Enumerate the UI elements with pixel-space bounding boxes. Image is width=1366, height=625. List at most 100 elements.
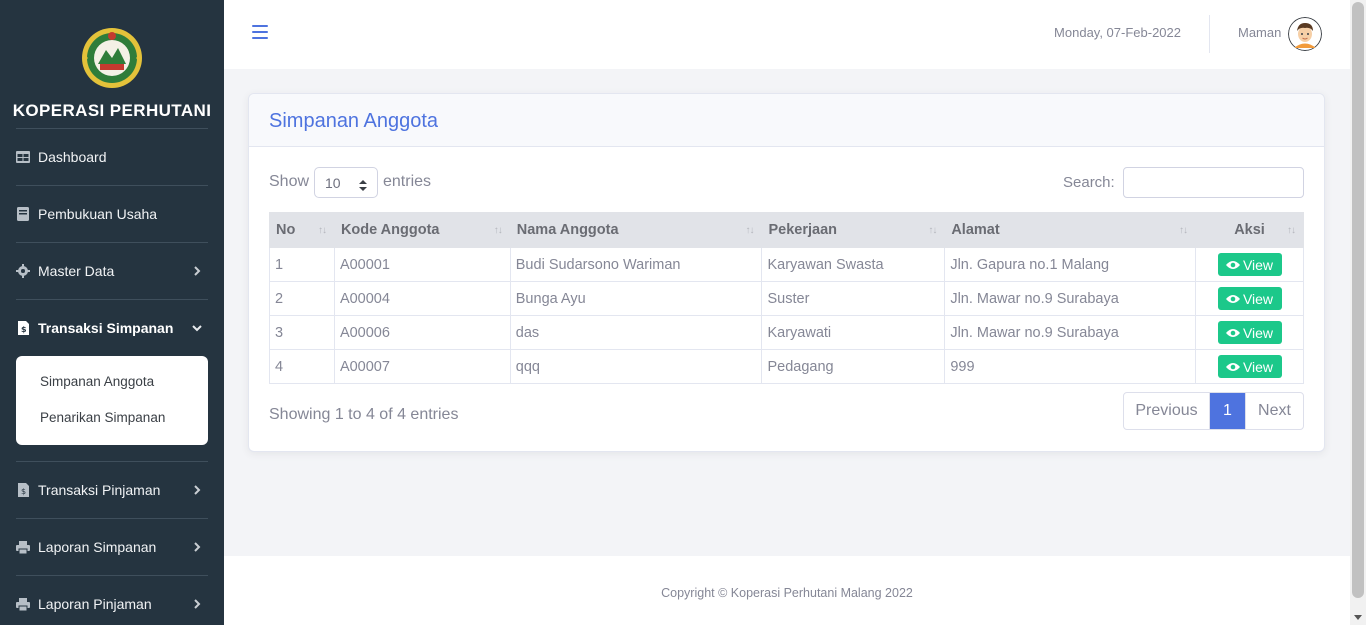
eye-icon: [1225, 328, 1240, 337]
table-row: 2 A00004 Bunga Ayu Suster Jln. Mawar no.…: [269, 281, 1304, 316]
cell-no: 1: [269, 247, 335, 282]
sidebar-item-laporan-simpanan[interactable]: Laporan Simpanan: [16, 532, 208, 562]
view-button[interactable]: View: [1217, 287, 1282, 310]
sidebar-item-master-data[interactable]: Master Data: [16, 256, 208, 286]
printer-icon: [16, 540, 30, 554]
current-date: Monday, 07-Feb-2022: [1054, 25, 1181, 40]
scroll-down-icon[interactable]: [1354, 615, 1362, 620]
previous-page-button[interactable]: Previous: [1124, 393, 1210, 429]
svg-text:$: $: [21, 325, 27, 334]
table-row: 1 A00001 Budi Sudarsono Wariman Karyawan…: [269, 247, 1304, 282]
sidebar-divider: [16, 242, 208, 243]
view-button[interactable]: View: [1217, 253, 1282, 276]
eye-icon: [1225, 294, 1240, 303]
view-button[interactable]: View: [1217, 321, 1282, 344]
cell-kode: A00004: [333, 281, 511, 316]
sidebar-item-dashboard[interactable]: Dashboard: [16, 142, 208, 172]
book-icon: [16, 207, 30, 221]
cell-aksi: View: [1195, 247, 1304, 282]
gear-icon: [16, 264, 30, 278]
page-title: Simpanan Anggota: [269, 110, 439, 132]
show-label: Show: [269, 173, 310, 190]
cell-aksi: View: [1195, 315, 1304, 350]
cell-pekerjaan: Pedagang: [761, 349, 946, 384]
sidebar-item-label: Laporan Simpanan: [38, 539, 157, 555]
footer: Copyright © Koperasi Perhutani Malang 20…: [224, 556, 1350, 625]
avatar[interactable]: [1288, 17, 1322, 51]
column-header-aksi[interactable]: Aksi ↑↓: [1195, 212, 1304, 248]
view-button[interactable]: View: [1217, 355, 1282, 378]
table-icon: [16, 150, 30, 164]
cell-nama: qqq: [509, 349, 763, 384]
user-name[interactable]: Maman: [1238, 25, 1281, 40]
column-header-alamat[interactable]: Alamat ↑↓: [944, 212, 1197, 248]
sort-icon: ↑↓: [1287, 225, 1296, 236]
sidebar-item-transaksi-pinjaman[interactable]: $ Transaksi Pinjaman: [16, 475, 208, 505]
page-scrollbar[interactable]: [1350, 0, 1366, 625]
column-header-label: Aksi: [1234, 222, 1265, 238]
invoice-icon: $: [16, 483, 30, 497]
pagination: Previous 1 Next: [1123, 392, 1304, 430]
column-header-label: No: [276, 222, 296, 238]
simpanan-card: Simpanan Anggota Show 10 entries Search:…: [248, 93, 1325, 452]
cell-nama: das: [509, 315, 763, 350]
table-row: 4 A00007 qqq Pedagang 999 View: [269, 349, 1304, 384]
submenu-transaksi-simpanan: Simpanan Anggota Penarikan Simpanan: [16, 356, 208, 445]
card-header: Simpanan Anggota: [249, 94, 1324, 147]
sort-icon: ↑↓: [928, 225, 937, 236]
printer-icon: [16, 597, 30, 611]
hamburger-menu-icon[interactable]: [252, 25, 268, 39]
entries-label: entries: [383, 173, 432, 190]
eye-icon: [1225, 362, 1240, 371]
entries-select-value: 10: [325, 175, 341, 191]
topbar: Monday, 07-Feb-2022 Maman: [224, 0, 1350, 69]
column-header-nama[interactable]: Nama Anggota ↑↓: [509, 212, 763, 248]
cell-alamat: 999: [944, 349, 1197, 384]
sort-icon: ↑↓: [1179, 225, 1188, 236]
entries-select[interactable]: 10: [314, 167, 378, 198]
chevron-right-icon: [190, 540, 204, 554]
select-updown-icon: [359, 178, 367, 191]
column-header-label: Nama Anggota: [516, 222, 619, 238]
sort-icon: ↑↓: [493, 225, 503, 236]
sidebar-item-laporan-pinjaman[interactable]: Laporan Pinjaman: [16, 589, 208, 619]
view-button-label: View: [1242, 256, 1274, 273]
svg-text:$: $: [21, 487, 26, 496]
cell-nama: Bunga Ayu: [509, 281, 763, 316]
scrollbar-thumb[interactable]: [1352, 2, 1364, 598]
sidebar-item-label: Transaksi Simpanan: [38, 320, 174, 336]
column-header-label: Alamat: [951, 222, 1000, 238]
cell-no: 4: [269, 349, 335, 384]
column-header-pekerjaan[interactable]: Pekerjaan ↑↓: [761, 212, 946, 248]
cell-no: 2: [269, 281, 335, 316]
submenu-item-penarikan-simpanan[interactable]: Penarikan Simpanan: [40, 410, 165, 425]
column-header-label: Kode Anggota: [340, 222, 440, 238]
sort-icon: ↑↓: [745, 225, 754, 236]
sidebar-item-label: Pembukuan Usaha: [38, 206, 158, 222]
sidebar-item-transaksi-simpanan[interactable]: $ Transaksi Simpanan: [16, 313, 208, 343]
view-button-label: View: [1242, 290, 1274, 307]
column-header-no[interactable]: No ↑↓: [269, 212, 335, 248]
sidebar-item-label: Master Data: [38, 263, 115, 279]
koperasi-logo[interactable]: [80, 26, 144, 90]
cell-pekerjaan: Karyawati: [761, 315, 946, 350]
search-input[interactable]: [1123, 167, 1304, 198]
cell-kode: A00006: [333, 315, 511, 350]
submenu-item-simpanan-anggota[interactable]: Simpanan Anggota: [40, 374, 154, 389]
sidebar-divider: [16, 185, 208, 186]
sidebar-divider: [16, 518, 208, 519]
cell-aksi: View: [1195, 349, 1304, 384]
cell-alamat: Jln. Gapura no.1 Malang: [944, 247, 1197, 282]
sidebar-divider: [16, 299, 208, 300]
page-1-button[interactable]: 1: [1210, 393, 1245, 429]
table-info: Showing 1 to 4 of 4 entries: [269, 406, 459, 423]
next-page-button[interactable]: Next: [1245, 393, 1303, 429]
sidebar: KOPERASI PERHUTANI Dashboard Pembukuan U…: [0, 0, 224, 625]
chevron-right-icon: [190, 597, 204, 611]
cell-alamat: Jln. Mawar no.9 Surabaya: [944, 281, 1197, 316]
column-header-kode[interactable]: Kode Anggota ↑↓: [333, 212, 511, 248]
view-button-label: View: [1242, 324, 1274, 341]
chevron-down-icon: [190, 321, 204, 335]
sidebar-item-pembukuan[interactable]: Pembukuan Usaha: [16, 199, 208, 229]
search-label: Search:: [1063, 174, 1115, 191]
